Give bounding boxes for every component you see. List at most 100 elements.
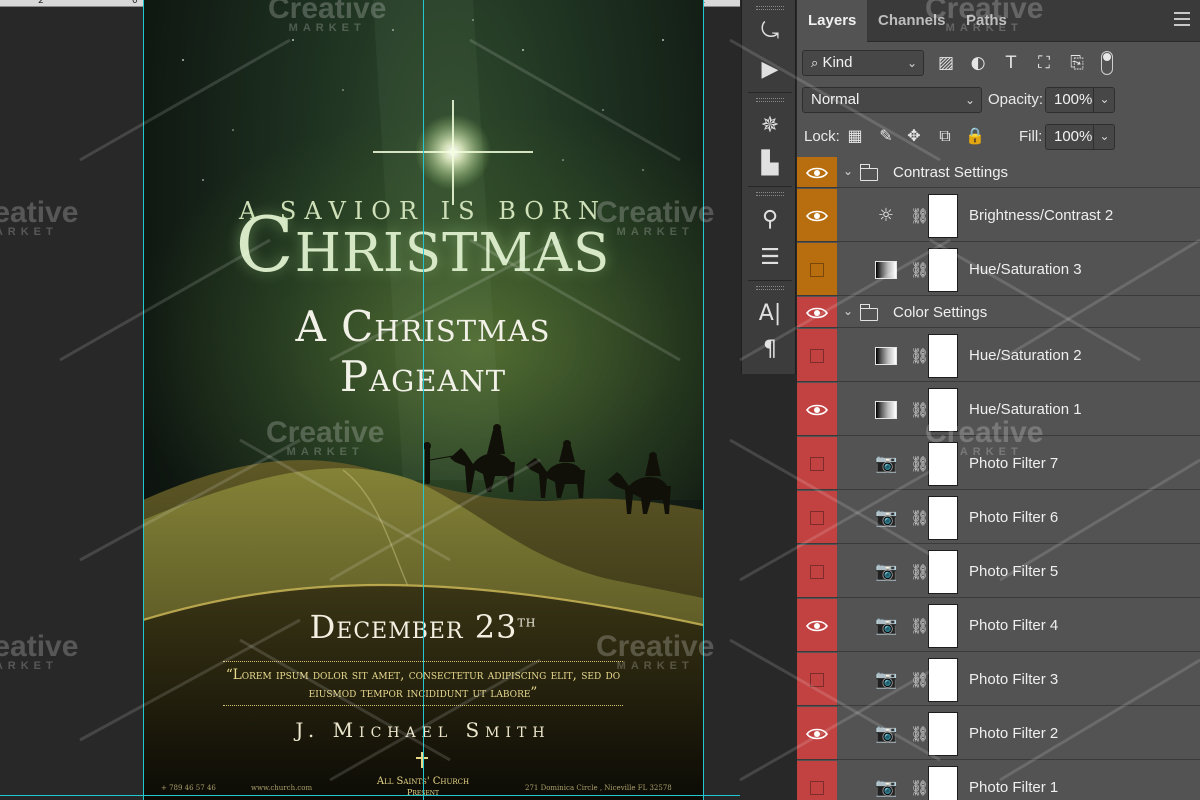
lock-transparent-icon[interactable]: ▦ — [844, 125, 866, 147]
layer-row[interactable]: 📷 ⛓ Photo Filter 2 — [797, 707, 1200, 760]
visibility-toggle[interactable] — [810, 673, 824, 687]
actions-play-icon[interactable]: ▶ — [754, 56, 786, 84]
visibility-eye-icon[interactable] — [806, 166, 828, 180]
visibility-toggle[interactable] — [810, 457, 824, 471]
layer-row[interactable]: ⛓ Hue/Saturation 1 — [797, 383, 1200, 436]
document-canvas[interactable]: 2 0 2 4 6 8 10 12 — [0, 0, 740, 800]
filter-pixel-icon[interactable]: ▨ — [935, 52, 957, 74]
layer-row[interactable]: 📷 ⛓ Photo Filter 7 — [797, 437, 1200, 490]
lock-position-icon[interactable]: ✥ — [903, 125, 925, 147]
layer-name[interactable]: Photo Filter 4 — [969, 617, 1058, 634]
panel-menu-icon[interactable] — [1174, 12, 1190, 26]
link-icon[interactable]: ⛓ — [910, 399, 929, 421]
dock-grip[interactable] — [756, 192, 784, 196]
filter-smartobject-icon[interactable]: ⎘ — [1066, 52, 1088, 74]
link-icon[interactable]: ⛓ — [910, 561, 929, 583]
link-icon[interactable]: ⛓ — [910, 777, 929, 799]
fill-dropdown-icon[interactable]: ⌄ — [1093, 124, 1115, 150]
layer-row[interactable]: 📷 ⛓ Photo Filter 6 — [797, 491, 1200, 544]
filter-kind-select[interactable]: ⌕ Kind ⌄ — [802, 50, 924, 76]
lock-image-icon[interactable]: ✎ — [875, 125, 897, 147]
layer-name[interactable]: Photo Filter 6 — [969, 509, 1058, 526]
layer-name[interactable]: Hue/Saturation 1 — [969, 401, 1082, 418]
filter-shape-icon[interactable]: ⛶ — [1033, 52, 1055, 74]
tab-layers[interactable]: Layers — [797, 0, 868, 42]
layer-name[interactable]: Brightness/Contrast 2 — [969, 207, 1113, 224]
tab-paths[interactable]: Paths — [955, 0, 1018, 42]
brush-settings-icon[interactable]: ☰ — [754, 244, 786, 272]
dock-grip[interactable] — [756, 6, 784, 10]
blend-mode-select[interactable]: Normal ⌄ — [802, 87, 982, 113]
brushes-icon[interactable]: ⚲ — [754, 206, 786, 234]
layer-mask-thumbnail[interactable] — [928, 496, 958, 540]
link-icon[interactable]: ⛓ — [910, 259, 929, 281]
layer-mask-thumbnail[interactable] — [928, 766, 958, 800]
filter-type-icon[interactable]: T — [1000, 52, 1022, 74]
layer-row[interactable]: ⛓ Hue/Saturation 3 — [797, 243, 1200, 296]
history-icon[interactable]: ⤿ — [754, 18, 786, 46]
visibility-toggle[interactable] — [810, 565, 824, 579]
visibility-toggle[interactable] — [810, 511, 824, 525]
histogram-icon[interactable]: ▙ — [754, 150, 786, 178]
guide-bottom[interactable] — [0, 795, 740, 796]
link-icon[interactable]: ⛓ — [910, 345, 929, 367]
guide-center[interactable] — [423, 0, 424, 800]
layer-row[interactable]: 📷 ⛓ Photo Filter 5 — [797, 545, 1200, 598]
layer-name[interactable]: Contrast Settings — [893, 164, 1008, 181]
link-icon[interactable]: ⛓ — [910, 453, 929, 475]
layer-name[interactable]: Hue/Saturation 3 — [969, 261, 1082, 278]
filter-adjustment-icon[interactable]: ◐ — [967, 52, 989, 74]
navigator-icon[interactable]: ✵ — [754, 112, 786, 140]
layer-mask-thumbnail[interactable] — [928, 388, 958, 432]
dock-grip[interactable] — [756, 98, 784, 102]
character-icon[interactable]: A| — [754, 300, 786, 328]
layer-name[interactable]: Color Settings — [893, 304, 987, 321]
tab-channels[interactable]: Channels — [867, 0, 957, 42]
layer-mask-thumbnail[interactable] — [928, 604, 958, 648]
layer-name[interactable]: Photo Filter 3 — [969, 671, 1058, 688]
guide-left[interactable] — [143, 0, 144, 800]
layer-mask-thumbnail[interactable] — [928, 442, 958, 486]
chevron-down-icon[interactable]: ⌄ — [843, 304, 853, 318]
lock-all-icon[interactable]: 🔒 — [964, 125, 986, 147]
layer-name[interactable]: Photo Filter 7 — [969, 455, 1058, 472]
visibility-toggle[interactable] — [810, 781, 824, 795]
layer-mask-thumbnail[interactable] — [928, 248, 958, 292]
dock-grip[interactable] — [756, 286, 784, 290]
layer-group-row[interactable]: ⌄ Color Settings — [797, 297, 1200, 328]
link-icon[interactable]: ⛓ — [910, 615, 929, 637]
layer-group-row[interactable]: ⌄ Contrast Settings — [797, 157, 1200, 188]
layer-mask-thumbnail[interactable] — [928, 194, 958, 238]
layer-row[interactable]: ⛓ Hue/Saturation 2 — [797, 329, 1200, 382]
layer-row[interactable]: 📷 ⛓ Photo Filter 4 — [797, 599, 1200, 652]
layer-row[interactable]: 📷 ⛓ Photo Filter 1 — [797, 761, 1200, 800]
layer-mask-thumbnail[interactable] — [928, 712, 958, 756]
visibility-toggle[interactable] — [810, 263, 824, 277]
visibility-toggle[interactable] — [810, 349, 824, 363]
link-icon[interactable]: ⛓ — [910, 507, 929, 529]
visibility-eye-icon[interactable] — [806, 209, 828, 223]
layer-name[interactable]: Hue/Saturation 2 — [969, 347, 1082, 364]
visibility-eye-icon[interactable] — [806, 727, 828, 741]
link-icon[interactable]: ⛓ — [910, 723, 929, 745]
visibility-eye-icon[interactable] — [806, 306, 828, 320]
layer-row[interactable]: 📷 ⛓ Photo Filter 3 — [797, 653, 1200, 706]
chevron-down-icon[interactable]: ⌄ — [843, 164, 853, 178]
layer-name[interactable]: Photo Filter 2 — [969, 725, 1058, 742]
layer-row[interactable]: ☼ ⛓ Brightness/Contrast 2 — [797, 189, 1200, 242]
layer-mask-thumbnail[interactable] — [928, 658, 958, 702]
paragraph-icon[interactable]: ¶ — [754, 336, 786, 364]
visibility-eye-icon[interactable] — [806, 619, 828, 633]
guide-right[interactable] — [703, 0, 704, 800]
opacity-dropdown-icon[interactable]: ⌄ — [1093, 87, 1115, 113]
layer-mask-thumbnail[interactable] — [928, 334, 958, 378]
visibility-eye-icon[interactable] — [806, 403, 828, 417]
layer-mask-thumbnail[interactable] — [928, 550, 958, 594]
link-icon[interactable]: ⛓ — [910, 205, 929, 227]
layer-name[interactable]: Photo Filter 1 — [969, 779, 1058, 796]
layer-name[interactable]: Photo Filter 5 — [969, 563, 1058, 580]
lock-artboard-icon[interactable]: ⧉ — [934, 125, 956, 147]
filter-toggle[interactable] — [1101, 51, 1113, 75]
link-icon[interactable]: ⛓ — [910, 669, 929, 691]
layers-list[interactable]: ⌄ Contrast Settings ☼ ⛓ Brightness/Contrast … — [797, 157, 1200, 800]
